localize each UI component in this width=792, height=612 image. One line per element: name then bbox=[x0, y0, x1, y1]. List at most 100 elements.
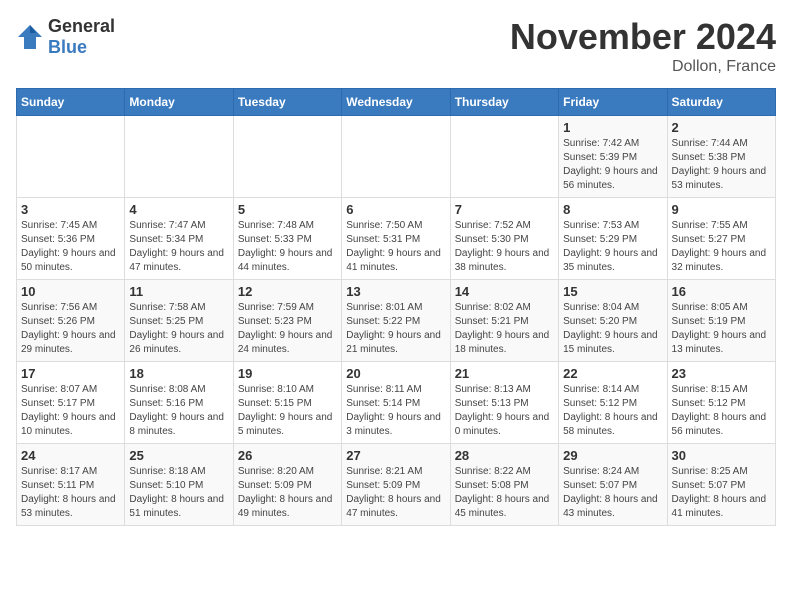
day-info: Sunrise: 8:14 AM Sunset: 5:12 PM Dayligh… bbox=[563, 383, 662, 439]
day-header-sunday: Sunday bbox=[17, 89, 125, 116]
calendar-cell bbox=[17, 116, 125, 198]
day-number: 10 bbox=[21, 284, 120, 299]
day-info: Sunrise: 7:55 AM Sunset: 5:27 PM Dayligh… bbox=[672, 219, 771, 275]
day-number: 25 bbox=[129, 448, 228, 463]
day-number: 11 bbox=[129, 284, 228, 299]
page-header: General Blue November 2024 Dollon, Franc… bbox=[16, 16, 776, 76]
calendar-cell: 11 Sunrise: 7:58 AM Sunset: 5:25 PM Dayli… bbox=[125, 280, 233, 362]
calendar-cell: 17Sunrise: 8:07 AM Sunset: 5:17 PM Dayli… bbox=[17, 362, 125, 444]
day-header-wednesday: Wednesday bbox=[342, 89, 450, 116]
day-number: 9 bbox=[672, 202, 771, 217]
calendar-cell: 6 Sunrise: 7:50 AM Sunset: 5:31 PM Daylig… bbox=[342, 198, 450, 280]
day-info: Sunrise: 8:18 AM Sunset: 5:10 PM Dayligh… bbox=[129, 465, 228, 521]
day-header-saturday: Saturday bbox=[667, 89, 775, 116]
calendar-cell: 9 Sunrise: 7:55 AM Sunset: 5:27 PM Daylig… bbox=[667, 198, 775, 280]
calendar-cell: 4Sunrise: 7:47 AM Sunset: 5:34 PM Daylig… bbox=[125, 198, 233, 280]
day-info: Sunrise: 7:56 AM Sunset: 5:26 PM Dayligh… bbox=[21, 301, 120, 357]
logo: General Blue bbox=[16, 16, 115, 58]
calendar-cell: 5 Sunrise: 7:48 AM Sunset: 5:33 PM Daylig… bbox=[233, 198, 341, 280]
calendar-header-row: SundayMondayTuesdayWednesdayThursdayFrid… bbox=[17, 89, 776, 116]
day-info: Sunrise: 7:42 AM Sunset: 5:39 PM Dayligh… bbox=[563, 137, 662, 193]
day-number: 21 bbox=[455, 366, 554, 381]
calendar-cell: 26 Sunrise: 8:20 AM Sunset: 5:09 PM Dayli… bbox=[233, 444, 341, 526]
calendar-cell: 23 Sunrise: 8:15 AM Sunset: 5:12 PM Dayli… bbox=[667, 362, 775, 444]
day-info: Sunrise: 7:50 AM Sunset: 5:31 PM Dayligh… bbox=[346, 219, 445, 275]
calendar-table: SundayMondayTuesdayWednesdayThursdayFrid… bbox=[16, 88, 776, 526]
day-info: Sunrise: 8:15 AM Sunset: 5:12 PM Dayligh… bbox=[672, 383, 771, 439]
calendar-cell: 2 Sunrise: 7:44 AM Sunset: 5:38 PM Daylig… bbox=[667, 116, 775, 198]
day-number: 23 bbox=[672, 366, 771, 381]
calendar-cell: 1Sunrise: 7:42 AM Sunset: 5:39 PM Daylig… bbox=[559, 116, 667, 198]
day-header-tuesday: Tuesday bbox=[233, 89, 341, 116]
calendar-cell: 15Sunrise: 8:04 AM Sunset: 5:20 PM Dayli… bbox=[559, 280, 667, 362]
day-number: 5 bbox=[238, 202, 337, 217]
day-number: 13 bbox=[346, 284, 445, 299]
calendar-week-5: 24Sunrise: 8:17 AM Sunset: 5:11 PM Dayli… bbox=[17, 444, 776, 526]
day-info: Sunrise: 8:20 AM Sunset: 5:09 PM Dayligh… bbox=[238, 465, 337, 521]
day-number: 4 bbox=[129, 202, 228, 217]
day-header-monday: Monday bbox=[125, 89, 233, 116]
day-info: Sunrise: 8:07 AM Sunset: 5:17 PM Dayligh… bbox=[21, 383, 120, 439]
calendar-cell bbox=[342, 116, 450, 198]
day-info: Sunrise: 8:21 AM Sunset: 5:09 PM Dayligh… bbox=[346, 465, 445, 521]
day-number: 12 bbox=[238, 284, 337, 299]
day-number: 19 bbox=[238, 366, 337, 381]
calendar-cell: 21 Sunrise: 8:13 AM Sunset: 5:13 PM Dayli… bbox=[450, 362, 558, 444]
day-number: 18 bbox=[129, 366, 228, 381]
day-info: Sunrise: 8:25 AM Sunset: 5:07 PM Dayligh… bbox=[672, 465, 771, 521]
day-header-thursday: Thursday bbox=[450, 89, 558, 116]
day-info: Sunrise: 7:58 AM Sunset: 5:25 PM Dayligh… bbox=[129, 301, 228, 357]
location: Dollon, France bbox=[510, 58, 776, 76]
calendar-cell: 29Sunrise: 8:24 AM Sunset: 5:07 PM Dayli… bbox=[559, 444, 667, 526]
day-number: 7 bbox=[455, 202, 554, 217]
calendar-cell bbox=[233, 116, 341, 198]
calendar-cell: 12 Sunrise: 7:59 AM Sunset: 5:23 PM Dayli… bbox=[233, 280, 341, 362]
logo-general: General bbox=[48, 16, 115, 36]
day-number: 20 bbox=[346, 366, 445, 381]
day-info: Sunrise: 8:22 AM Sunset: 5:08 PM Dayligh… bbox=[455, 465, 554, 521]
day-info: Sunrise: 8:04 AM Sunset: 5:20 PM Dayligh… bbox=[563, 301, 662, 357]
logo-blue: Blue bbox=[48, 37, 87, 57]
day-number: 22 bbox=[563, 366, 662, 381]
calendar-cell: 24Sunrise: 8:17 AM Sunset: 5:11 PM Dayli… bbox=[17, 444, 125, 526]
calendar-cell: 30 Sunrise: 8:25 AM Sunset: 5:07 PM Dayli… bbox=[667, 444, 775, 526]
day-number: 26 bbox=[238, 448, 337, 463]
calendar-cell: 8Sunrise: 7:53 AM Sunset: 5:29 PM Daylig… bbox=[559, 198, 667, 280]
calendar-cell: 18 Sunrise: 8:08 AM Sunset: 5:16 PM Dayli… bbox=[125, 362, 233, 444]
day-info: Sunrise: 7:53 AM Sunset: 5:29 PM Dayligh… bbox=[563, 219, 662, 275]
day-number: 30 bbox=[672, 448, 771, 463]
calendar-cell: 22 Sunrise: 8:14 AM Sunset: 5:12 PM Dayli… bbox=[559, 362, 667, 444]
day-number: 6 bbox=[346, 202, 445, 217]
day-info: Sunrise: 8:05 AM Sunset: 5:19 PM Dayligh… bbox=[672, 301, 771, 357]
calendar-cell: 7 Sunrise: 7:52 AM Sunset: 5:30 PM Daylig… bbox=[450, 198, 558, 280]
calendar-cell: 27Sunrise: 8:21 AM Sunset: 5:09 PM Dayli… bbox=[342, 444, 450, 526]
day-info: Sunrise: 8:01 AM Sunset: 5:22 PM Dayligh… bbox=[346, 301, 445, 357]
day-info: Sunrise: 7:59 AM Sunset: 5:23 PM Dayligh… bbox=[238, 301, 337, 357]
calendar-week-4: 17Sunrise: 8:07 AM Sunset: 5:17 PM Dayli… bbox=[17, 362, 776, 444]
title-section: November 2024 Dollon, France bbox=[510, 16, 776, 76]
day-info: Sunrise: 7:44 AM Sunset: 5:38 PM Dayligh… bbox=[672, 137, 771, 193]
calendar-cell: 10 Sunrise: 7:56 AM Sunset: 5:26 PM Dayli… bbox=[17, 280, 125, 362]
day-number: 28 bbox=[455, 448, 554, 463]
day-info: Sunrise: 7:52 AM Sunset: 5:30 PM Dayligh… bbox=[455, 219, 554, 275]
day-info: Sunrise: 8:08 AM Sunset: 5:16 PM Dayligh… bbox=[129, 383, 228, 439]
calendar-cell: 20 Sunrise: 8:11 AM Sunset: 5:14 PM Dayli… bbox=[342, 362, 450, 444]
day-info: Sunrise: 7:45 AM Sunset: 5:36 PM Dayligh… bbox=[21, 219, 120, 275]
day-info: Sunrise: 8:11 AM Sunset: 5:14 PM Dayligh… bbox=[346, 383, 445, 439]
calendar-cell: 16Sunrise: 8:05 AM Sunset: 5:19 PM Dayli… bbox=[667, 280, 775, 362]
calendar-cell: 14Sunrise: 8:02 AM Sunset: 5:21 PM Dayli… bbox=[450, 280, 558, 362]
calendar-cell: 3Sunrise: 7:45 AM Sunset: 5:36 PM Daylig… bbox=[17, 198, 125, 280]
calendar-week-1: 1Sunrise: 7:42 AM Sunset: 5:39 PM Daylig… bbox=[17, 116, 776, 198]
month-title: November 2024 bbox=[510, 16, 776, 58]
calendar-cell: 28 Sunrise: 8:22 AM Sunset: 5:08 PM Dayli… bbox=[450, 444, 558, 526]
day-number: 2 bbox=[672, 120, 771, 135]
day-info: Sunrise: 8:10 AM Sunset: 5:15 PM Dayligh… bbox=[238, 383, 337, 439]
day-info: Sunrise: 8:13 AM Sunset: 5:13 PM Dayligh… bbox=[455, 383, 554, 439]
calendar-cell bbox=[125, 116, 233, 198]
day-header-friday: Friday bbox=[559, 89, 667, 116]
logo-text: General Blue bbox=[48, 16, 115, 58]
day-info: Sunrise: 7:48 AM Sunset: 5:33 PM Dayligh… bbox=[238, 219, 337, 275]
logo-icon bbox=[16, 23, 44, 51]
calendar-week-3: 10 Sunrise: 7:56 AM Sunset: 5:26 PM Dayli… bbox=[17, 280, 776, 362]
day-number: 29 bbox=[563, 448, 662, 463]
